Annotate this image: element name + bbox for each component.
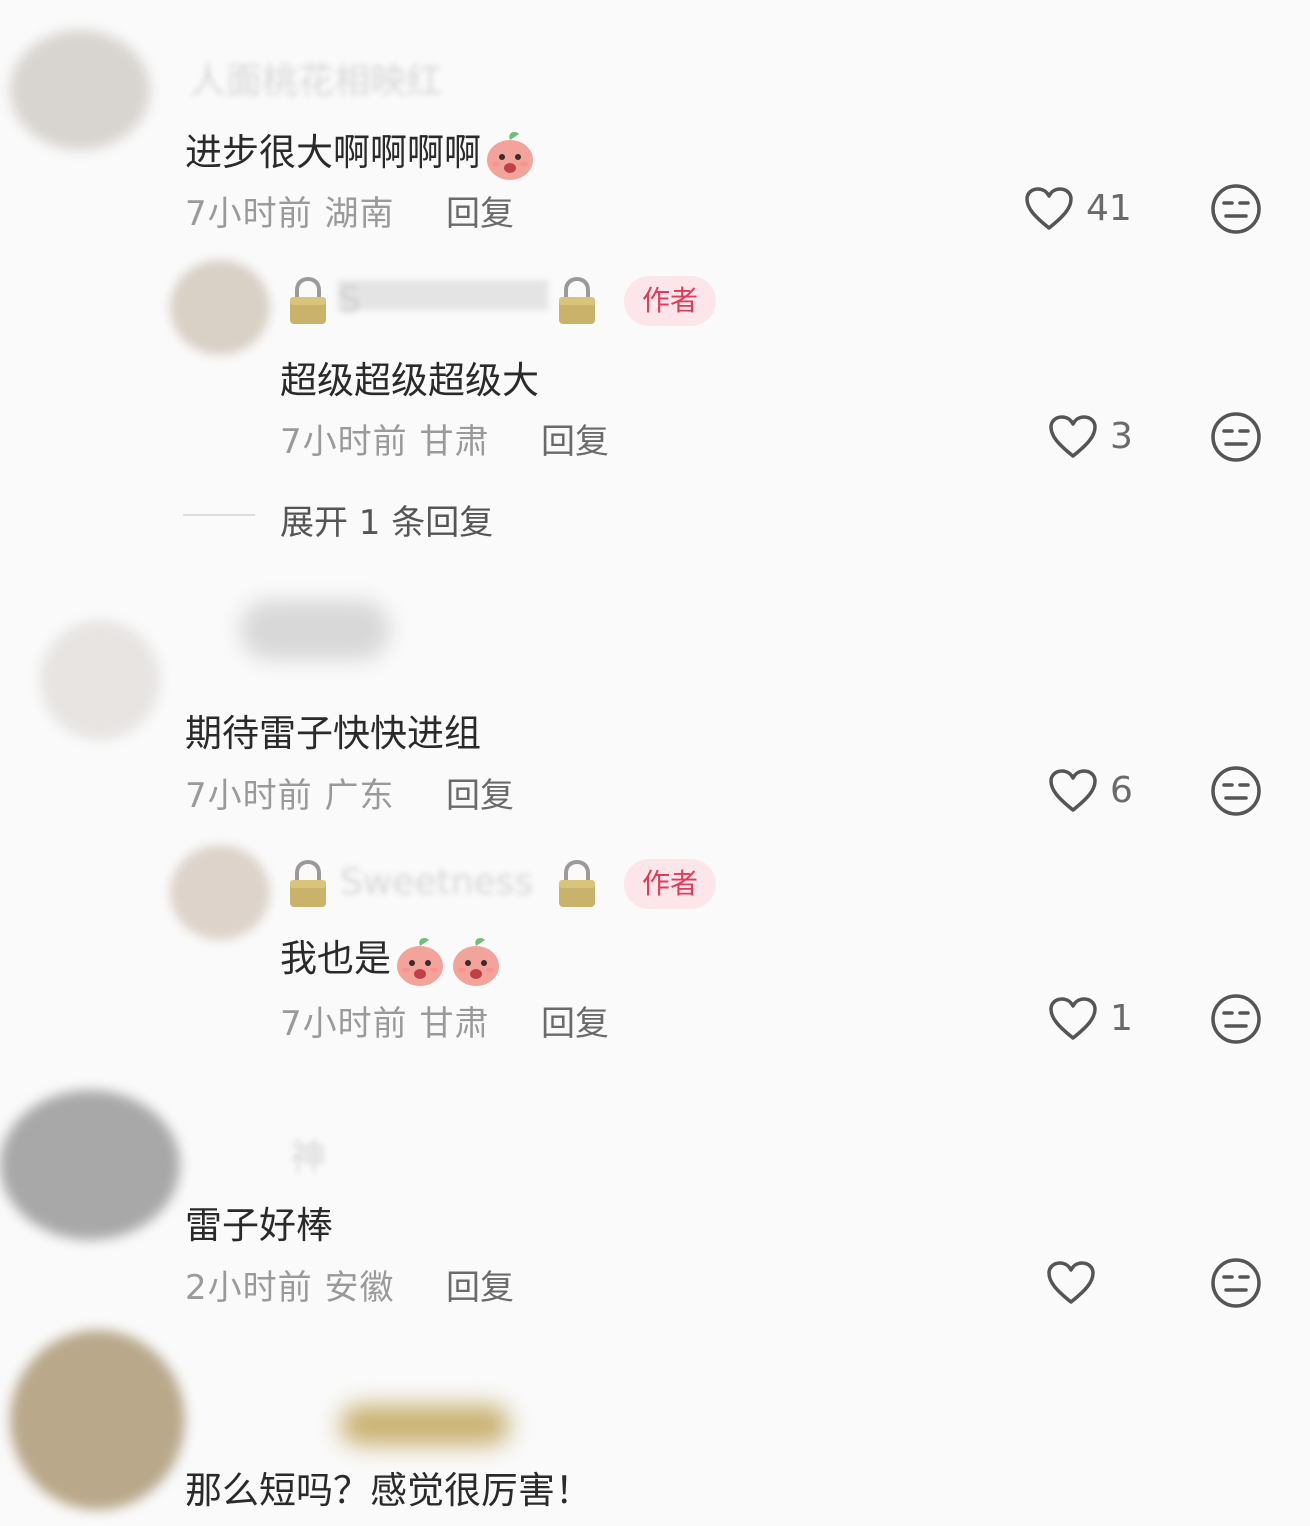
like-count: 41 xyxy=(1086,188,1132,229)
reply-time: 7小时前 xyxy=(280,422,408,462)
lock-emoji xyxy=(556,859,598,909)
reply-text-content: 我也是 xyxy=(280,937,391,980)
comment-meta: 7小时前 广东 xyxy=(185,768,394,817)
reply-button[interactable]: 回复 xyxy=(541,414,609,463)
username-blur xyxy=(340,1405,510,1445)
comment-text-content: 进步很大啊啊啊啊 xyxy=(185,131,481,174)
peach-face-emoji xyxy=(393,934,447,988)
username[interactable]: S xyxy=(338,280,548,321)
comment-time: 7小时前 xyxy=(185,776,313,816)
heart-outline-icon[interactable] xyxy=(1048,414,1098,460)
comment-text: 雷子好棒 xyxy=(185,1204,333,1247)
heart-outline-icon[interactable] xyxy=(1024,186,1074,232)
reply-button[interactable]: 回复 xyxy=(446,186,514,235)
reply-meta: 7小时前 甘肃 xyxy=(280,414,489,463)
reply-region: 甘肃 xyxy=(419,1004,490,1044)
username[interactable]: 人面桃花相映红 xyxy=(190,52,442,104)
peach-face-emoji xyxy=(449,934,503,988)
user-avatar[interactable] xyxy=(0,1090,180,1240)
neutral-face-icon[interactable] xyxy=(1210,411,1262,463)
reply-button[interactable]: 回复 xyxy=(446,768,514,817)
comment-text: 那么短吗？感觉很厉害！ xyxy=(185,1469,592,1512)
like-count: 1 xyxy=(1110,998,1133,1039)
heart-outline-icon[interactable] xyxy=(1048,996,1098,1042)
peach-face-emoji xyxy=(483,128,537,182)
heart-outline-icon[interactable] xyxy=(1048,768,1098,814)
heart-outline-icon[interactable] xyxy=(1046,1260,1096,1306)
reply-button[interactable]: 回复 xyxy=(446,1260,514,1309)
author-badge: 作者 xyxy=(624,276,717,326)
comment-meta: 2小时前 安徽 xyxy=(185,1260,394,1309)
comment-region: 湖南 xyxy=(324,194,395,234)
user-avatar[interactable] xyxy=(10,30,150,150)
username[interactable]: 神 xyxy=(290,1128,326,1180)
neutral-face-icon[interactable] xyxy=(1210,183,1262,235)
username-blur xyxy=(240,600,390,660)
comment-region: 广东 xyxy=(324,776,395,816)
reply-text: 我也是 xyxy=(280,928,503,988)
comment-text: 期待雷子快快进组 xyxy=(185,712,481,755)
neutral-face-icon[interactable] xyxy=(1210,1257,1262,1309)
lock-emoji xyxy=(287,859,329,909)
user-avatar[interactable] xyxy=(40,620,160,740)
author-badge: 作者 xyxy=(624,859,717,909)
comment-region: 安徽 xyxy=(324,1268,395,1308)
user-avatar[interactable] xyxy=(170,260,270,355)
reply-text: 超级超级超级大 xyxy=(280,359,539,402)
neutral-face-icon[interactable] xyxy=(1210,765,1262,817)
username[interactable]: Sweetness xyxy=(340,862,533,903)
comment-text: 进步很大啊啊啊啊 xyxy=(185,122,537,182)
user-avatar[interactable] xyxy=(170,845,270,940)
reply-button[interactable]: 回复 xyxy=(541,996,609,1045)
user-avatar[interactable] xyxy=(10,1330,185,1510)
lock-emoji xyxy=(556,276,598,326)
like-count: 3 xyxy=(1110,416,1133,457)
like-count: 6 xyxy=(1110,770,1133,811)
neutral-face-icon[interactable] xyxy=(1210,993,1262,1045)
expand-divider xyxy=(183,514,255,516)
comment-meta: 7小时前 湖南 xyxy=(185,186,394,235)
comment-time: 7小时前 xyxy=(185,194,313,234)
lock-emoji xyxy=(287,276,329,326)
expand-replies-button[interactable]: 展开 1 条回复 xyxy=(280,495,493,544)
reply-meta: 7小时前 甘肃 xyxy=(280,996,489,1045)
reply-time: 7小时前 xyxy=(280,1004,408,1044)
reply-region: 甘肃 xyxy=(419,422,490,462)
comment-time: 2小时前 xyxy=(185,1268,313,1308)
